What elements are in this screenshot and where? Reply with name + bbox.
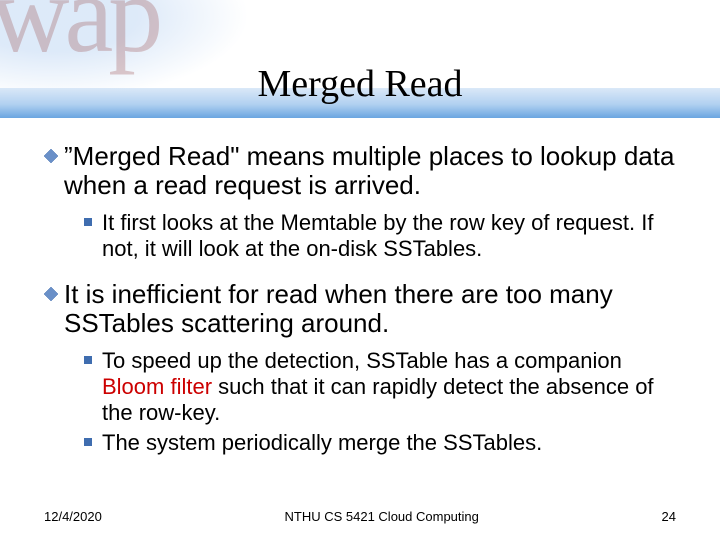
diamond-icon — [44, 287, 58, 301]
bullet-1-text: ”Merged Read" means multiple places to l… — [64, 142, 676, 200]
bullet-2-sub-2-text: The system periodically merge the SSTabl… — [102, 430, 542, 456]
bullet-1-sub-1-text: It first looks at the Memtable by the ro… — [102, 210, 676, 262]
square-icon — [84, 218, 92, 226]
bullet-2: It is inefficient for read when there ar… — [44, 280, 676, 338]
bullet-2-sub-2: The system periodically merge the SSTabl… — [84, 430, 676, 456]
footer-course: NTHU CS 5421 Cloud Computing — [102, 509, 662, 524]
bloom-red: Bloom filter — [102, 374, 212, 399]
diamond-icon — [44, 149, 58, 163]
footer-date: 12/4/2020 — [44, 509, 102, 524]
footer: 12/4/2020 NTHU CS 5421 Cloud Computing 2… — [0, 509, 720, 524]
bullet-1-sub-1: It first looks at the Memtable by the ro… — [84, 210, 676, 262]
square-icon — [84, 438, 92, 446]
footer-page: 24 — [662, 509, 676, 524]
bullet-1: ”Merged Read" means multiple places to l… — [44, 142, 676, 200]
content-area: ”Merged Read" means multiple places to l… — [44, 142, 676, 474]
bullet-2-sub-1: To speed up the detection, SSTable has a… — [84, 348, 676, 426]
bullet-1-subs: It first looks at the Memtable by the ro… — [84, 210, 676, 262]
bullet-2-subs: To speed up the detection, SSTable has a… — [84, 348, 676, 456]
slide-title: Merged Read — [0, 62, 720, 106]
bullet-2-sub-1-text: To speed up the detection, SSTable has a… — [102, 348, 676, 426]
background-watermark: wap — [0, 0, 158, 64]
bloom-prefix: To speed up the detection, SSTable has a… — [102, 348, 622, 373]
bullet-2-text: It is inefficient for read when there ar… — [64, 280, 676, 338]
square-icon — [84, 356, 92, 364]
